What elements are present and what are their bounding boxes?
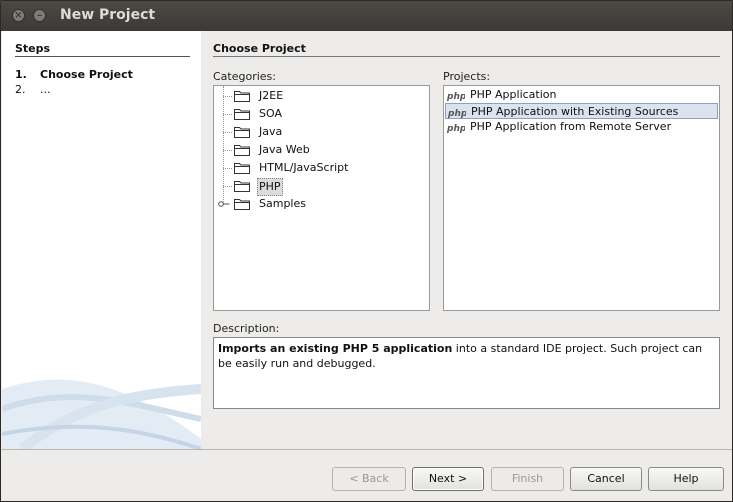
folder-icon bbox=[234, 127, 250, 138]
minimize-icon: – bbox=[37, 10, 42, 21]
category-label: Java Web bbox=[259, 143, 310, 156]
category-label: SOA bbox=[259, 107, 282, 120]
cancel-button[interactable]: Cancel bbox=[570, 467, 642, 491]
step-1-number: 1. bbox=[15, 68, 27, 81]
tree-connector bbox=[223, 96, 232, 97]
tree-connector bbox=[223, 168, 232, 169]
tree-connector bbox=[223, 114, 232, 115]
tree-connector bbox=[223, 150, 232, 151]
help-button[interactable]: Help bbox=[648, 467, 724, 491]
step-1: 1. Choose Project bbox=[15, 68, 133, 81]
title-divider bbox=[213, 56, 720, 57]
folder-icon bbox=[234, 199, 250, 210]
category-label: HTML/JavaScript bbox=[259, 161, 349, 174]
project-label: PHP Application bbox=[470, 88, 557, 101]
steps-panel: Steps 1. Choose Project 2.... bbox=[2, 31, 201, 449]
step-1-label: Choose Project bbox=[40, 68, 133, 81]
next-button[interactable]: Next > bbox=[412, 467, 484, 491]
button-bar-divider bbox=[2, 449, 732, 450]
steps-title: Steps bbox=[15, 42, 51, 55]
folder-icon bbox=[234, 91, 250, 102]
project-label: PHP Application from Remote Server bbox=[470, 120, 672, 133]
description-box: Imports an existing PHP 5 application in… bbox=[213, 337, 720, 409]
category-label: J2EE bbox=[259, 89, 284, 102]
close-icon: × bbox=[14, 10, 23, 21]
category-label: PHP bbox=[257, 178, 283, 196]
svg-text:php: php bbox=[447, 124, 465, 133]
close-window-button[interactable]: × bbox=[12, 9, 25, 22]
window-title: New Project bbox=[60, 7, 156, 23]
folder-icon bbox=[234, 163, 250, 174]
finish-button[interactable]: Finish bbox=[491, 467, 564, 491]
categories-label: Categories: bbox=[213, 70, 276, 83]
title-bar: × – New Project bbox=[1, 1, 732, 31]
folder-icon bbox=[234, 145, 250, 156]
category-label: Java bbox=[259, 125, 283, 138]
projects-label: Projects: bbox=[443, 70, 491, 83]
svg-text:php: php bbox=[448, 109, 466, 118]
project-item-selected[interactable]: php PHP Application with Existing Source… bbox=[445, 103, 718, 119]
project-item[interactable]: php PHP Application from Remote Server bbox=[445, 119, 718, 135]
description-bold: Imports an existing PHP 5 application bbox=[218, 342, 453, 355]
tree-connector bbox=[223, 132, 232, 133]
categories-tree[interactable]: J2EE SOA Java Java Web HTML/JavaScript P… bbox=[213, 85, 430, 311]
new-project-dialog: × – New Project Steps 1. Choose Project 2… bbox=[0, 0, 733, 502]
page-title: Choose Project bbox=[213, 42, 306, 55]
folder-icon bbox=[234, 109, 250, 120]
expand-handle-icon[interactable] bbox=[218, 200, 230, 208]
step-2-label: ... bbox=[40, 83, 51, 96]
category-label: Samples bbox=[259, 197, 306, 210]
description-label: Description: bbox=[213, 322, 280, 335]
back-button[interactable]: < Back bbox=[332, 467, 406, 491]
minimize-window-button[interactable]: – bbox=[33, 9, 46, 22]
step-2: 2.... bbox=[15, 83, 51, 96]
projects-list[interactable]: php PHP Application php PHP Application … bbox=[443, 85, 720, 311]
php-icon: php bbox=[447, 124, 465, 133]
step-2-number: 2. bbox=[15, 83, 26, 96]
php-icon: php bbox=[447, 92, 465, 101]
decorative-swoosh-graphic bbox=[2, 379, 201, 449]
steps-divider bbox=[15, 56, 190, 57]
php-icon: php bbox=[448, 109, 466, 118]
svg-text:php: php bbox=[447, 92, 465, 101]
tree-connector bbox=[223, 186, 232, 187]
project-item[interactable]: php PHP Application bbox=[445, 87, 718, 103]
folder-icon bbox=[234, 181, 250, 192]
project-label: PHP Application with Existing Sources bbox=[471, 105, 679, 118]
